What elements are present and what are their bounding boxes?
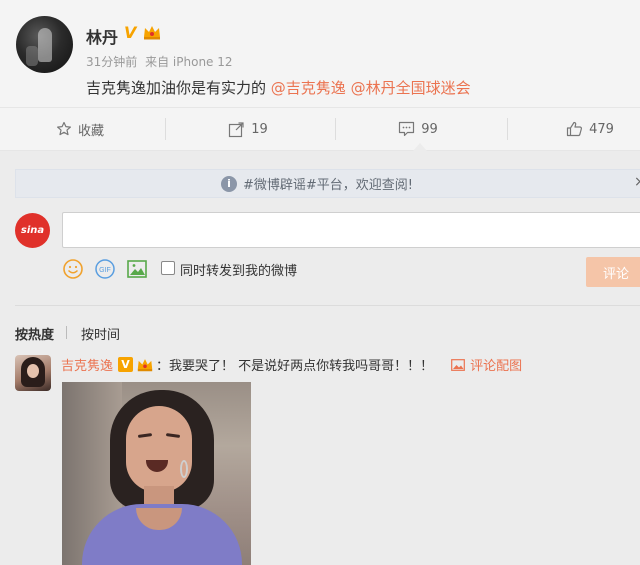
comment-section: i #微博辟谣#平台，欢迎查阅! × sina GIF 同时转发到我的微博 评论…	[0, 151, 640, 565]
avatar-face	[27, 364, 39, 378]
mention-link[interactable]: @林丹全国球迷会	[351, 79, 471, 97]
image-earring	[180, 460, 188, 478]
post-meta: 31分钟前 来自 iPhone 12	[86, 53, 233, 70]
post-action-bar: 收藏 19 99 479	[0, 107, 640, 151]
post-content: 吉克隽逸加油你是有实力的 @吉克隽逸 @林丹全国球迷会	[86, 77, 471, 98]
comment-text: ：我要哭了！ 不是说好两点你转我吗哥哥！！！	[156, 359, 434, 374]
commenter-avatar[interactable]	[15, 355, 51, 391]
notice-text[interactable]: #微博辟谣#平台，欢迎查阅!	[243, 174, 413, 193]
author-avatar[interactable]	[16, 16, 73, 73]
comment-image-link[interactable]: 评论配图	[451, 355, 522, 374]
picture-icon	[451, 358, 466, 371]
image-icon[interactable]	[126, 258, 148, 280]
favorite-label: 收藏	[77, 123, 104, 139]
comment-section-pointer	[413, 143, 427, 151]
image-face	[126, 406, 192, 492]
avatar-figure-secondary	[26, 46, 38, 66]
verified-badge-icon: V	[118, 357, 134, 372]
post-time[interactable]: 31分钟前	[86, 55, 137, 69]
repost-icon	[229, 121, 244, 137]
gif-label: GIF	[99, 267, 111, 274]
sort-divider	[66, 326, 67, 339]
commenter-name[interactable]: 吉克隽逸	[61, 355, 113, 374]
weibo-post: 林丹 V 31分钟前 来自 iPhone 12 吉克隽逸加油你是有实力的 @吉克…	[0, 0, 640, 107]
post-source: 来自 iPhone 12	[145, 55, 233, 69]
crown-icon	[144, 26, 160, 40]
info-icon: i	[221, 175, 237, 192]
comment-item: 吉克隽逸 V ：我要哭了！ 不是说好两点你转我吗哥哥！！！ 评论配图	[61, 355, 522, 374]
emoji-icon[interactable]	[62, 258, 84, 280]
like-button[interactable]: 479	[510, 108, 640, 150]
favorite-button[interactable]: 收藏	[0, 108, 160, 150]
star-icon	[56, 121, 71, 136]
comment-icon	[399, 121, 415, 137]
author-name[interactable]: 林丹	[86, 24, 118, 48]
rumor-notice-banner[interactable]: i #微博辟谣#平台，欢迎查阅! ×	[15, 169, 640, 198]
repost-button[interactable]: 19	[168, 108, 328, 150]
post-text: 吉克隽逸加油你是有实力的	[86, 79, 271, 97]
repost-checkbox-label[interactable]: 同时转发到我的微博	[180, 260, 297, 279]
avatar-figure	[38, 28, 52, 62]
action-divider	[507, 118, 508, 140]
action-divider	[165, 118, 166, 140]
comment-input[interactable]	[62, 212, 640, 248]
thumbs-up-icon	[566, 121, 583, 137]
action-divider	[335, 118, 336, 140]
sort-by-hot-tab[interactable]: 按热度	[15, 324, 54, 343]
verified-badge-icon: V	[124, 23, 137, 42]
sort-by-time-tab[interactable]: 按时间	[81, 324, 120, 343]
repost-checkbox[interactable]	[161, 261, 175, 275]
like-count: 479	[589, 121, 614, 137]
gif-icon[interactable]: GIF	[94, 258, 116, 280]
comment-count: 99	[421, 121, 438, 137]
comment-image-link-label: 评论配图	[470, 359, 523, 374]
section-divider	[15, 305, 640, 306]
submit-comment-button[interactable]: 评论	[586, 257, 640, 287]
close-icon[interactable]: ×	[634, 174, 640, 190]
sina-logo: sina	[15, 213, 50, 248]
repost-count: 19	[251, 121, 268, 137]
crown-icon	[137, 359, 153, 372]
comment-image[interactable]	[62, 382, 251, 565]
mention-link[interactable]: @吉克隽逸	[271, 79, 346, 97]
